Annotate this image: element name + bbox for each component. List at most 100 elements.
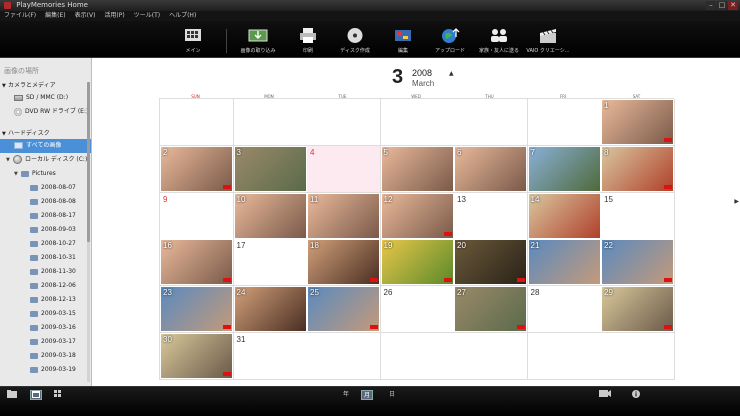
calendar-day-cell[interactable]: 27: [454, 286, 528, 334]
calendar-day-cell[interactable]: 25: [307, 286, 381, 334]
calendar-day-cell[interactable]: 8: [601, 145, 675, 193]
scrollbar-thumb[interactable]: [87, 82, 90, 242]
photo-thumbnail[interactable]: [602, 146, 673, 191]
calendar-day-cell[interactable]: 9: [160, 192, 234, 240]
year-view-button[interactable]: 年: [340, 390, 352, 400]
sidebar-folder-item[interactable]: 2009-03-15: [0, 307, 91, 321]
vaio-create-button[interactable]: VAIO クリエーシ...: [522, 27, 574, 54]
day-view-button[interactable]: 日: [386, 390, 398, 400]
folder-icon: [30, 240, 38, 247]
calendar-day-cell[interactable]: 12: [380, 192, 455, 240]
folder-view-button[interactable]: [6, 390, 18, 400]
camera-section[interactable]: ▼ カメラとメディア: [0, 81, 91, 91]
sidebar-folder-item[interactable]: 2008-12-06: [0, 279, 91, 293]
calendar-day-cell[interactable]: 18: [307, 239, 381, 287]
sidebar-folder-item[interactable]: 2008-08-08: [0, 195, 91, 209]
menu-use[interactable]: 活用(P): [104, 11, 124, 21]
month-view-button[interactable]: 月: [361, 390, 373, 400]
calendar-day-cell[interactable]: 20: [454, 239, 528, 287]
sidebar-folder-item[interactable]: 2008-08-17: [0, 209, 91, 223]
photo-thumbnail[interactable]: [602, 100, 673, 144]
disc-button[interactable]: ディスク作成: [329, 27, 381, 54]
calendar-day-cell[interactable]: 4: [307, 145, 381, 193]
sidebar-folder-item[interactable]: 2009-03-16: [0, 321, 91, 335]
calendar-day-cell[interactable]: 2: [160, 145, 234, 193]
import-button[interactable]: 画像の取り込み: [232, 27, 284, 54]
hdd-section[interactable]: ▼ ハードディスク: [0, 129, 91, 139]
calendar-view-button[interactable]: [30, 390, 42, 400]
calendar-day-cell[interactable]: 13: [454, 192, 528, 240]
sidebar-item-all-images[interactable]: すべての画像: [0, 139, 91, 153]
photo-thumbnail[interactable]: [381, 146, 453, 191]
menu-tools[interactable]: ツール(T): [134, 11, 160, 21]
edit-icon: [395, 30, 411, 41]
folder-icon: [30, 212, 38, 219]
sidebar-item-sd[interactable]: SD / MMC (D:): [0, 91, 91, 105]
info-button[interactable]: [630, 390, 642, 400]
calendar-day-cell[interactable]: 5: [380, 145, 455, 193]
menu-edit[interactable]: 編集(E): [45, 11, 65, 21]
calendar-header: 3 2008 March ▲: [392, 66, 512, 94]
calendar-day-cell[interactable]: 19: [380, 239, 455, 287]
calendar-day-cell[interactable]: 30: [160, 333, 234, 380]
print-button[interactable]: 印刷: [282, 27, 334, 54]
main-button[interactable]: メイン: [167, 27, 219, 54]
calendar-day-cell[interactable]: 11: [307, 192, 381, 240]
calendar-day-cell[interactable]: 26: [380, 286, 455, 334]
sidebar-folder-item[interactable]: 2008-12-13: [0, 293, 91, 307]
calendar-day-cell[interactable]: 17: [233, 239, 308, 287]
photo-thumbnail[interactable]: [308, 193, 379, 238]
sidebar-folder-item[interactable]: 2008-08-07: [0, 181, 91, 195]
maximize-button[interactable]: □: [717, 1, 727, 10]
day-number: 26: [383, 288, 393, 298]
sidebar-folder-item[interactable]: 2008-11-30: [0, 265, 91, 279]
calendar-day-cell[interactable]: 21: [527, 239, 602, 287]
sidebar-item-dvd[interactable]: DVD RW ドライブ (E:): [0, 105, 91, 119]
folder-icon: [30, 310, 38, 317]
sidebar-item-local-disk[interactable]: ▼ ローカル ディスク (C:): [0, 153, 91, 167]
edit-button[interactable]: 編集: [377, 27, 429, 54]
photo-thumbnail[interactable]: [161, 146, 232, 191]
calendar-day-cell[interactable]: 29: [601, 286, 675, 334]
index-view-button[interactable]: [52, 390, 64, 400]
calendar-day-cell[interactable]: 22: [601, 239, 675, 287]
sidebar-folder-item[interactable]: 2009-03-19: [0, 363, 91, 377]
calendar-day-cell[interactable]: 14: [527, 192, 602, 240]
calendar-day-cell[interactable]: 10: [233, 192, 308, 240]
calendar-day-cell[interactable]: 31: [233, 333, 308, 380]
close-button[interactable]: ✕: [728, 1, 738, 10]
calendar-day-cell[interactable]: 1: [601, 99, 675, 146]
next-arrow-icon[interactable]: ▶: [734, 198, 739, 205]
calendar-day-cell[interactable]: 3: [233, 145, 308, 193]
sidebar-folder-item[interactable]: 2009-03-17: [0, 335, 91, 349]
calendar-day-cell[interactable]: 6: [454, 145, 528, 193]
photo-thumbnail[interactable]: [234, 146, 306, 191]
menu-view[interactable]: 表示(V): [75, 11, 96, 21]
sidebar-folder-item[interactable]: 2008-10-27: [0, 237, 91, 251]
day-number: 12: [383, 194, 393, 204]
calendar-day-cell[interactable]: 7: [527, 145, 602, 193]
sidebar-folder-item[interactable]: 2009-03-18: [0, 349, 91, 363]
photo-thumbnail[interactable]: [528, 146, 600, 191]
sidebar-scrollbar[interactable]: [87, 82, 90, 382]
video-badge-icon: [370, 278, 378, 283]
sidebar-folder-item[interactable]: 2008-09-03: [0, 223, 91, 237]
calendar-day-cell[interactable]: 24: [233, 286, 308, 334]
calendar-day-cell[interactable]: 28: [527, 286, 602, 334]
video-badge-icon: [223, 372, 231, 376]
minimize-button[interactable]: –: [706, 1, 716, 10]
day-number: 30: [163, 335, 172, 344]
share-button[interactable]: 家族・友人に送る: [473, 27, 525, 54]
photo-thumbnail[interactable]: [455, 146, 526, 191]
calendar-day-cell[interactable]: 15: [601, 192, 675, 240]
previous-month-arrow-icon[interactable]: ▲: [449, 70, 454, 77]
calendar-day-cell[interactable]: 16: [160, 239, 234, 287]
sidebar-item-pictures[interactable]: ▼ Pictures: [0, 167, 91, 181]
calendar-day-cell[interactable]: 23: [160, 286, 234, 334]
video-badge-icon: [517, 278, 525, 283]
sidebar-folder-item[interactable]: 2008-10-31: [0, 251, 91, 265]
slideshow-button[interactable]: [598, 390, 612, 400]
menu-file[interactable]: ファイル(F): [4, 11, 36, 21]
menu-help[interactable]: ヘルプ(H): [169, 11, 196, 21]
upload-button[interactable]: アップロード: [424, 27, 476, 54]
